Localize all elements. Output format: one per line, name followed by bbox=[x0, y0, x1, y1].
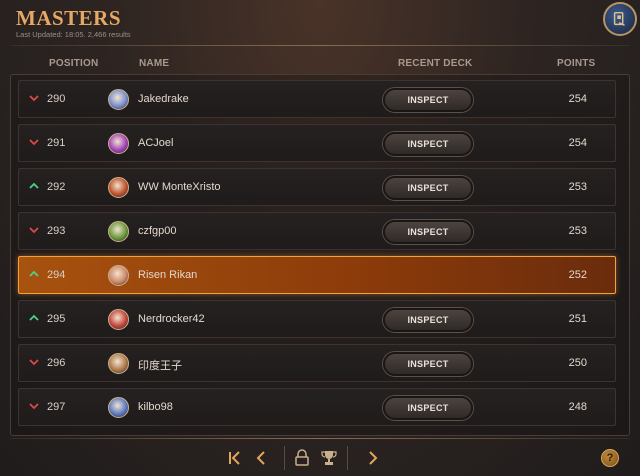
player-avatar-icon bbox=[108, 89, 129, 110]
nav-separator bbox=[284, 446, 285, 470]
player-points: 252 bbox=[568, 269, 587, 281]
player-name: Nerdrocker42 bbox=[138, 313, 205, 325]
first-page-icon bbox=[229, 451, 240, 465]
trend-up-icon bbox=[29, 182, 39, 189]
page-title: MASTERS bbox=[16, 6, 122, 30]
player-avatar-icon bbox=[108, 353, 129, 374]
inspect-deck-button[interactable]: INSPECT bbox=[383, 132, 473, 156]
player-avatar-icon bbox=[108, 133, 129, 154]
player-points: 248 bbox=[568, 401, 587, 413]
row-position: 294 bbox=[47, 269, 66, 281]
header: MASTERS Last Updated: 18:05. 2,466 resul… bbox=[0, 0, 640, 48]
player-name: ACJoel bbox=[138, 137, 174, 149]
player-avatar-icon bbox=[108, 265, 129, 286]
row-position: 292 bbox=[47, 181, 66, 193]
player-name: 印度王子 bbox=[138, 360, 182, 372]
trend-up-icon bbox=[29, 314, 39, 321]
inspect-deck-button[interactable]: INSPECT bbox=[383, 308, 473, 332]
player-points: 253 bbox=[568, 225, 587, 237]
row-position: 290 bbox=[47, 93, 66, 105]
player-name: kilbo98 bbox=[138, 401, 173, 413]
player-avatar-icon bbox=[108, 221, 129, 242]
footer-divider bbox=[10, 438, 630, 439]
row-position: 296 bbox=[47, 357, 66, 369]
next-page-button[interactable] bbox=[363, 448, 383, 468]
leaderboard-row[interactable]: 293 czfgp00 INSPECT 253 bbox=[18, 212, 616, 250]
previous-page-icon bbox=[256, 451, 265, 465]
row-position: 293 bbox=[47, 225, 66, 237]
player-name: czfgp00 bbox=[138, 225, 177, 237]
player-avatar-icon bbox=[108, 309, 129, 330]
leaderboard-row[interactable]: 291 ACJoel INSPECT 254 bbox=[18, 124, 616, 162]
column-header-recent-deck: RECENT DECK bbox=[398, 58, 473, 69]
inspect-deck-button[interactable]: INSPECT bbox=[383, 220, 473, 244]
inspect-deck-button[interactable]: INSPECT bbox=[383, 352, 473, 376]
player-name: WW MonteXristo bbox=[138, 181, 221, 193]
trend-down-icon bbox=[29, 227, 39, 234]
previous-page-button[interactable] bbox=[251, 448, 271, 468]
trend-down-icon bbox=[29, 403, 39, 410]
leaderboard-row[interactable]: 292 WW MonteXristo INSPECT 253 bbox=[18, 168, 616, 206]
trend-down-icon bbox=[29, 139, 39, 146]
player-avatar-icon bbox=[108, 177, 129, 198]
trophy-button[interactable] bbox=[319, 448, 339, 468]
column-header-points: POINTS bbox=[557, 58, 596, 69]
player-avatar-icon bbox=[108, 397, 129, 418]
leaderboard-row[interactable]: 295 Nerdrocker42 INSPECT 251 bbox=[18, 300, 616, 338]
header-divider bbox=[10, 45, 630, 46]
trend-down-icon bbox=[29, 359, 39, 366]
leaderboard-row[interactable]: 296 印度王子 INSPECT 250 bbox=[18, 344, 616, 382]
help-button[interactable]: ? bbox=[601, 449, 619, 467]
trend-down-icon bbox=[29, 95, 39, 102]
logo-icon[interactable] bbox=[603, 2, 637, 36]
trophy-icon bbox=[321, 451, 337, 465]
inspect-deck-button[interactable]: INSPECT bbox=[383, 88, 473, 112]
lock-icon bbox=[295, 449, 309, 466]
trend-up-icon bbox=[29, 270, 39, 277]
inspect-deck-button[interactable]: INSPECT bbox=[383, 176, 473, 200]
row-position: 291 bbox=[47, 137, 66, 149]
leaderboard-row[interactable]: 290 Jakedrake INSPECT 254 bbox=[18, 80, 616, 118]
row-position: 295 bbox=[47, 313, 66, 325]
next-page-icon bbox=[369, 451, 378, 465]
player-points: 251 bbox=[568, 313, 587, 325]
player-points: 254 bbox=[568, 137, 587, 149]
row-position: 297 bbox=[47, 401, 66, 413]
nav-separator bbox=[347, 446, 348, 470]
leaderboard-row[interactable]: 294 Risen Rikan 252 bbox=[18, 256, 616, 294]
player-points: 250 bbox=[568, 357, 587, 369]
player-name: Jakedrake bbox=[138, 93, 189, 105]
player-points: 254 bbox=[568, 93, 587, 105]
last-updated-text: Last Updated: 18:05. 2,466 results bbox=[16, 30, 131, 39]
column-header-position: POSITION bbox=[49, 58, 99, 69]
player-points: 253 bbox=[568, 181, 587, 193]
player-name: Risen Rikan bbox=[138, 269, 198, 281]
leaderboard-row[interactable]: 297 kilbo98 INSPECT 248 bbox=[18, 388, 616, 426]
inspect-deck-button[interactable]: INSPECT bbox=[383, 396, 473, 420]
first-page-button[interactable] bbox=[224, 448, 244, 468]
logo-glyph-icon bbox=[613, 11, 625, 26]
locked-filter-button[interactable] bbox=[292, 448, 312, 468]
column-header-name: NAME bbox=[139, 58, 170, 69]
